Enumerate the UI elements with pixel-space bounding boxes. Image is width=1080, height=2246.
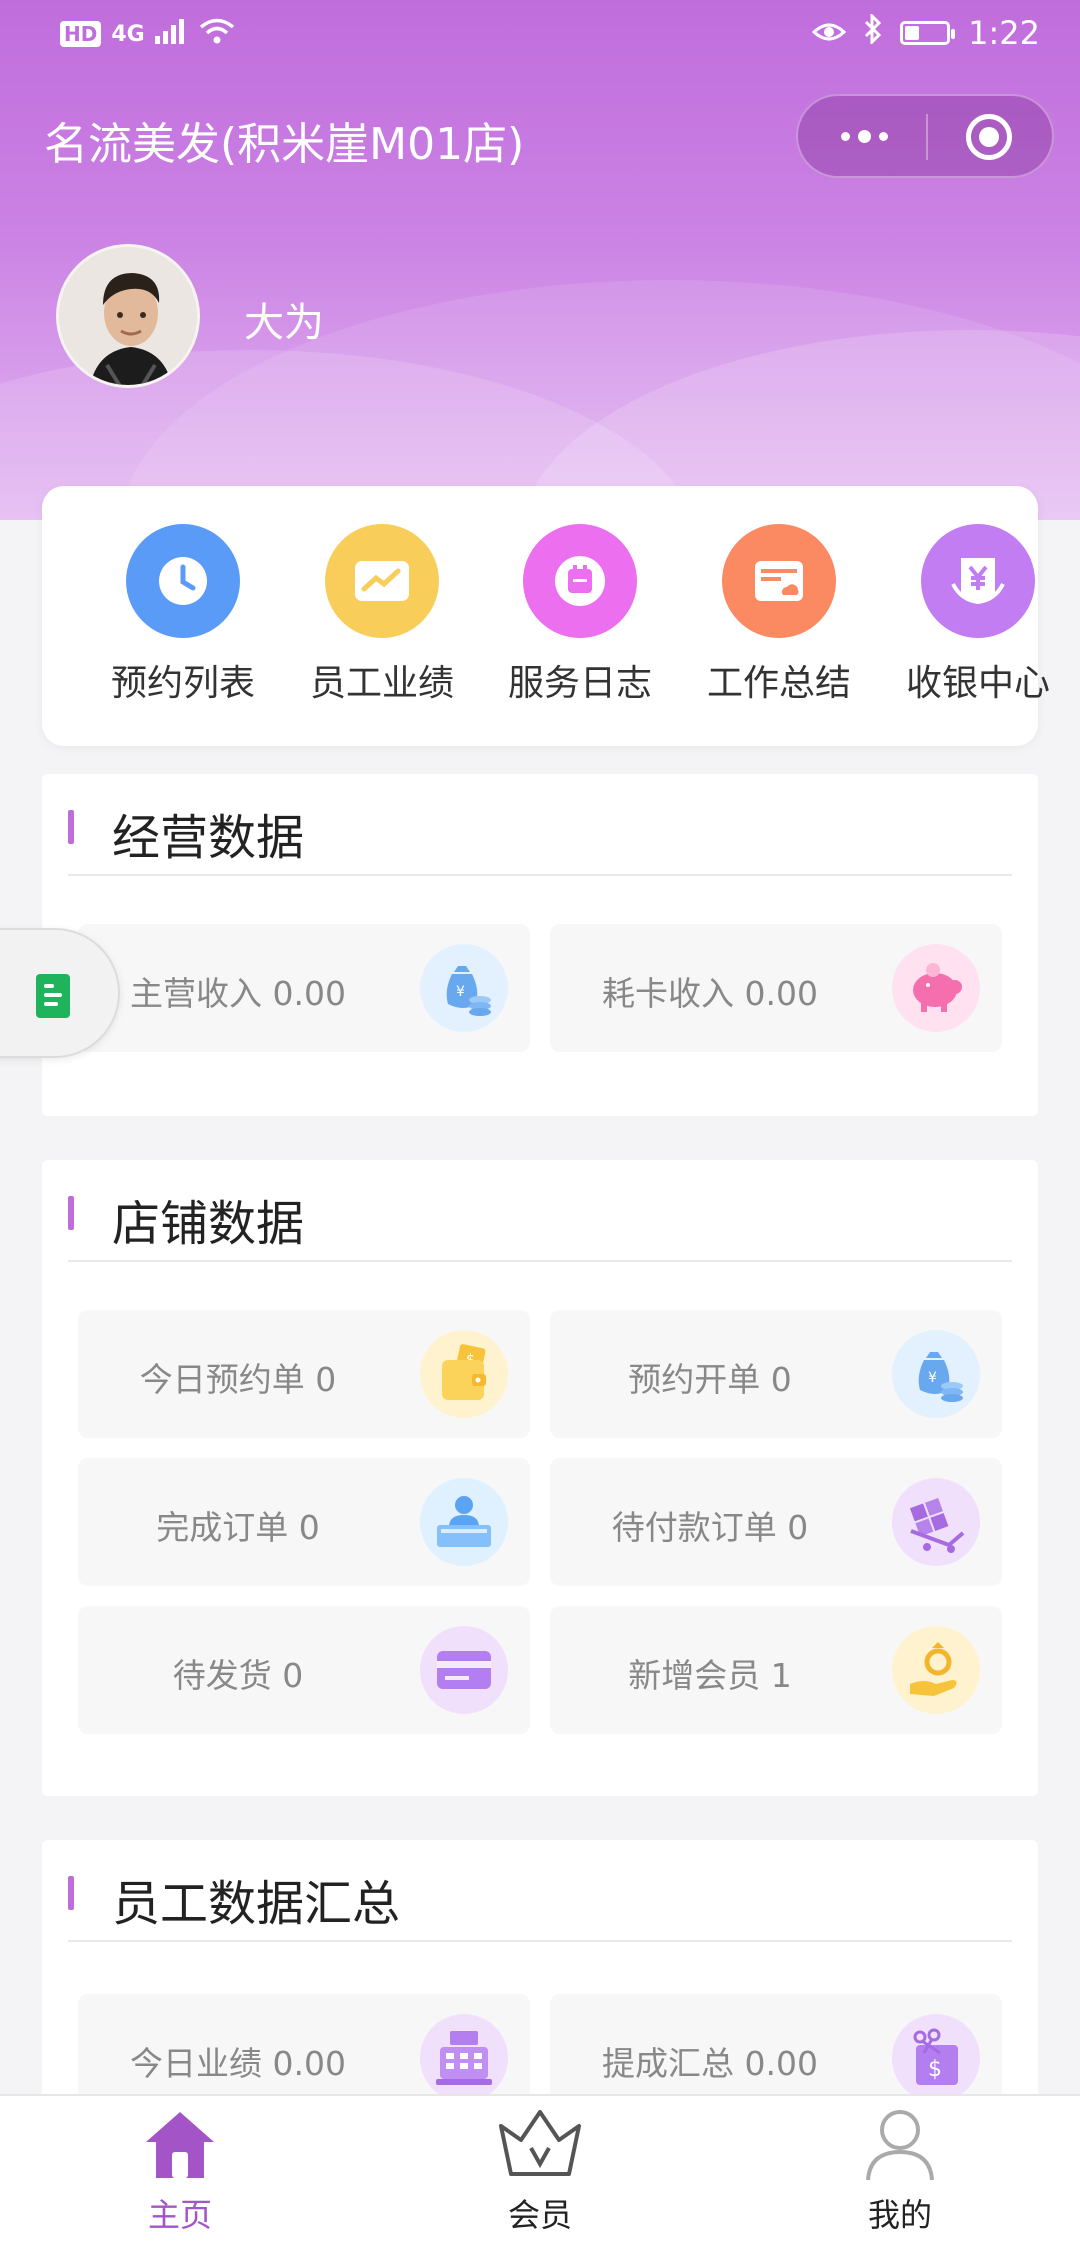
section-title: 经营数据 — [112, 810, 305, 866]
more-menu-button[interactable] — [834, 116, 894, 156]
pending-shipment-tile[interactable]: 待发货 0 — [78, 1606, 530, 1734]
section-header: 店铺数据 — [68, 1160, 1012, 1262]
completed-orders-tile[interactable]: 完成订单 0 — [78, 1458, 530, 1586]
store-data-card: 店铺数据 今日预约单 0 $ 预约开单 0 ¥ 完成订单 0 待付款订单 0 待… — [42, 1160, 1038, 1796]
calendar-icon — [523, 524, 637, 638]
reception-icon — [420, 1478, 508, 1566]
network-label: 4G — [111, 21, 145, 47]
clock-time: 1:22 — [968, 14, 1040, 52]
cart-icon — [892, 1478, 980, 1566]
section-title: 员工数据汇总 — [112, 1876, 401, 1932]
money-bag-icon: ¥ — [420, 944, 508, 1032]
today-appointments-tile[interactable]: 今日预约单 0 $ — [78, 1310, 530, 1438]
quick-action-work-summary[interactable]: 工作总结 — [679, 524, 879, 706]
bluetooth-icon — [864, 12, 882, 52]
piggy-bank-icon — [892, 944, 980, 1032]
main-revenue-tile[interactable]: 主营收入 0.00 ¥ — [78, 924, 530, 1052]
card-consumption-tile[interactable]: 耗卡收入 0.00 — [550, 924, 1002, 1052]
cash-register-icon — [420, 2014, 508, 2102]
unpaid-orders-tile[interactable]: 待付款订单 0 — [550, 1458, 1002, 1586]
hd-badge: HD — [60, 21, 102, 47]
svg-text:$: $ — [928, 2057, 942, 2082]
quick-action-cashier[interactable]: 收银中心 — [878, 524, 1078, 706]
eye-icon — [811, 14, 847, 52]
close-miniprogram-button[interactable] — [966, 114, 1012, 160]
bottom-tab-bar: 主页 会员 我的 — [0, 2094, 1080, 2246]
svg-text:¥: ¥ — [456, 984, 465, 1000]
commission-box-icon: $ — [892, 2014, 980, 2102]
section-title: 店铺数据 — [112, 1196, 305, 1252]
user-icon — [800, 2104, 1000, 2186]
wallet-icon: $ — [420, 1330, 508, 1418]
quick-actions-card: 预约列表 员工业绩 服务日志 工作总结 收银中心 — [42, 486, 1050, 746]
card-icon — [420, 1626, 508, 1714]
trend-chart-icon — [325, 524, 439, 638]
quick-action-service-log[interactable]: 服务日志 — [480, 524, 680, 706]
clock-icon — [126, 524, 240, 638]
tab-members[interactable]: 会员 — [440, 2104, 640, 2236]
signal-icon — [154, 18, 189, 50]
section-header: 员工数据汇总 — [68, 1840, 1012, 1942]
quick-action-staff-performance[interactable]: 员工业绩 — [282, 524, 482, 706]
appointment-orders-tile[interactable]: 预约开单 0 ¥ — [550, 1310, 1002, 1438]
tab-mine[interactable]: 我的 — [800, 2104, 1000, 2236]
section-header: 经营数据 — [68, 774, 1012, 876]
crown-icon — [440, 2104, 640, 2186]
wifi-icon — [199, 18, 235, 50]
quick-action-appointments[interactable]: 预约列表 — [83, 524, 283, 706]
money-bag-icon: ¥ — [892, 1330, 980, 1418]
username: 大为 — [244, 300, 324, 346]
business-data-card: 经营数据 主营收入 0.00 ¥ 耗卡收入 0.00 — [42, 774, 1038, 1116]
yen-register-icon — [921, 524, 1035, 638]
battery-icon — [900, 21, 956, 45]
ring-hand-icon — [892, 1626, 980, 1714]
mini-program-capsule — [796, 94, 1054, 178]
page-title: 名流美发(积米崖M01店) — [44, 119, 525, 170]
cloud-card-icon — [722, 524, 836, 638]
document-icon — [36, 974, 70, 1018]
new-members-tile[interactable]: 新增会员 1 — [550, 1606, 1002, 1734]
tab-home[interactable]: 主页 — [80, 2104, 280, 2236]
avatar[interactable] — [56, 244, 200, 388]
svg-text:¥: ¥ — [928, 1370, 937, 1386]
status-bar: HD 4G 1:22 — [0, 0, 1080, 72]
home-icon — [80, 2104, 280, 2186]
